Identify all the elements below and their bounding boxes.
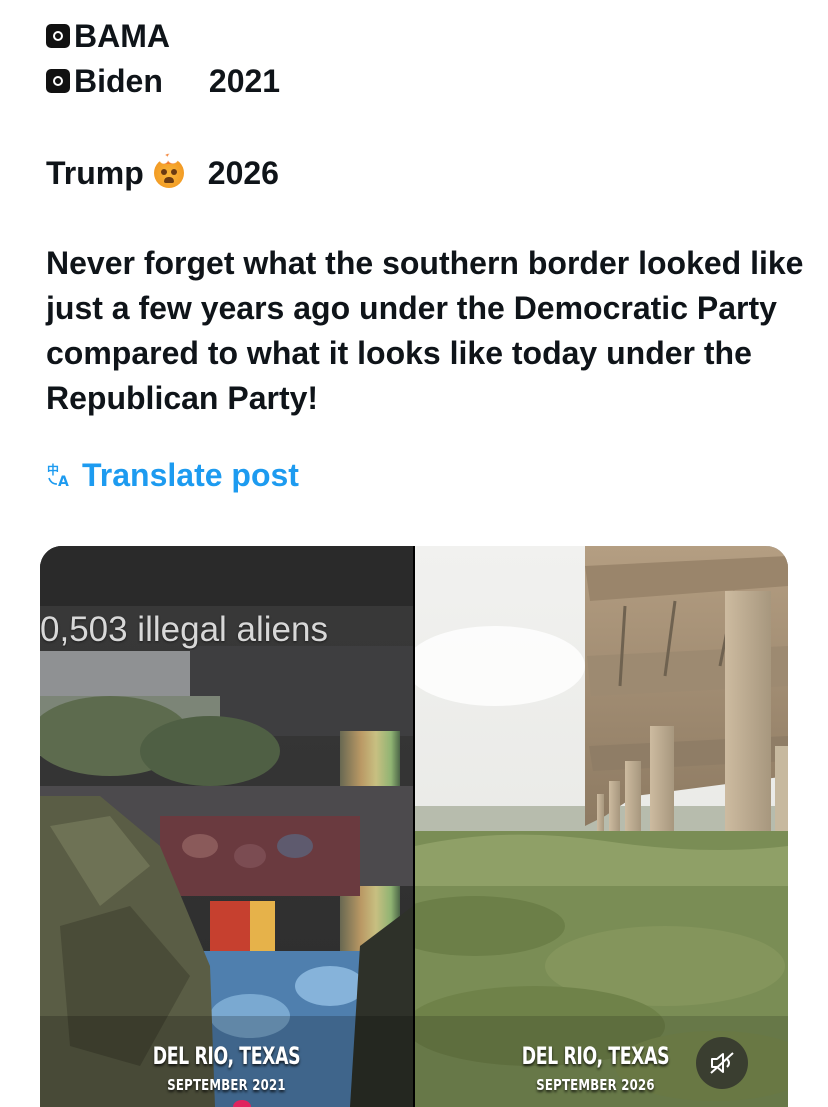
mute-toggle-button[interactable] <box>696 1037 748 1089</box>
date-caption: SEPTEMBER 2026 <box>536 1076 655 1094</box>
threads-logo-icon <box>46 69 70 93</box>
location-caption: DEL RIO, TEXAS <box>521 1042 670 1070</box>
empty-underpass-scene <box>415 546 788 1107</box>
translate-post-link[interactable]: 中 A Translate post <box>46 455 299 495</box>
location-caption: DEL RIO, TEXAS <box>152 1042 301 1070</box>
translate-icon: 中 A <box>47 462 69 488</box>
svg-text:A: A <box>58 474 69 488</box>
post-body-text: Never forget what the southern border lo… <box>46 245 804 416</box>
trump-year: 2026 <box>207 155 279 191</box>
threads-logo-icon <box>46 24 70 48</box>
translate-post-label: Translate post <box>82 457 299 493</box>
header-line-biden: Biden 2021 <box>46 61 280 101</box>
volume-muted-icon <box>710 1052 734 1074</box>
video-player[interactable]: 0,503 illegal aliens DEL RIO, TEXAS SEPT… <box>40 546 788 1107</box>
biden-year: 2021 <box>208 63 281 99</box>
date-caption: SEPTEMBER 2021 <box>167 1076 286 1094</box>
biden-label: Biden <box>74 63 163 99</box>
header-line-trump: Trump 2026 <box>46 152 279 193</box>
red-marker <box>233 1100 251 1107</box>
video-frame-left: 0,503 illegal aliens DEL RIO, TEXAS SEPT… <box>40 546 413 1107</box>
header-line-obama: BAMA <box>46 16 170 56</box>
obama-label: BAMA <box>74 18 170 54</box>
exploding-head-emoji-icon <box>153 152 184 188</box>
trump-label: Trump <box>46 155 144 191</box>
crossing-count-overlay: 0,503 illegal aliens <box>40 610 328 649</box>
video-frame-right: DEL RIO, TEXAS SEPTEMBER 2026 <box>415 546 788 1107</box>
